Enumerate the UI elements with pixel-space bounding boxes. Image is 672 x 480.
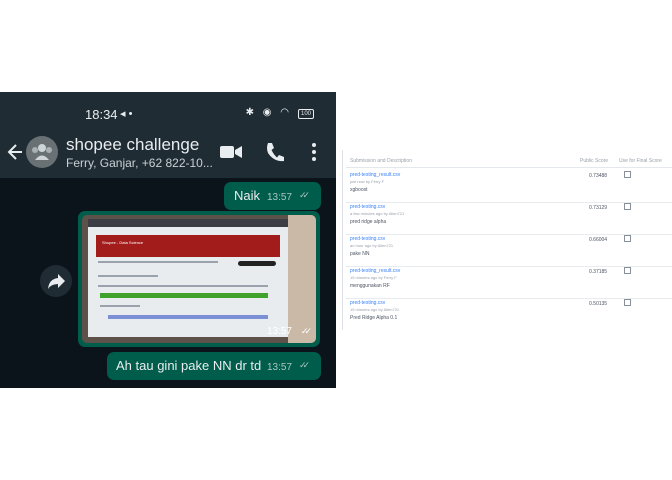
telegram-icon: ◂ • (120, 108, 133, 120)
message-photo[interactable]: Shopee - Data Science 13:57 ✓✓ (82, 215, 316, 343)
public-score: 0.50135 (589, 301, 608, 307)
final-score-checkbox[interactable] (624, 203, 631, 210)
column-header-public-score: Public Score (580, 158, 609, 164)
read-ticks-icon: ✓✓ (299, 360, 310, 370)
submission-file-link[interactable]: pred-testing.csv (350, 236, 385, 242)
submission-description: pred ridge alpha (350, 219, 387, 225)
system-icons: ✱ ◉ ◠ (245, 107, 292, 118)
message-time: 13:57 (267, 192, 293, 203)
photo-line (98, 285, 268, 287)
photo-line (98, 261, 218, 263)
forward-button[interactable] (40, 265, 72, 297)
column-header-submission: Submission and Description (350, 158, 412, 164)
submission-description: xgboost (350, 187, 368, 193)
photo-progress-bar (100, 293, 268, 298)
chat-header: shopee challenge Ferry, Ganjar, +62 822-… (0, 132, 336, 178)
photo-banner-text: Shopee - Data Science (102, 240, 144, 245)
read-ticks-icon: ✓✓ (299, 190, 310, 200)
photo-selection (108, 315, 268, 319)
table-row: pred-testing_result.csv just now by Ferr… (346, 171, 672, 203)
message-bubble[interactable]: Naik 13:57 ✓✓ (224, 182, 321, 210)
photo-message[interactable]: Shopee - Data Science 13:57 ✓✓ (78, 211, 320, 347)
status-bar: 18:34 ◂ • ✱ ◉ ◠ 100 (0, 92, 336, 132)
photo-background (288, 215, 316, 343)
submissions-table: Submission and Description Public Score … (340, 150, 672, 335)
final-score-checkbox[interactable] (624, 267, 631, 274)
battery-icon: 100 (298, 109, 314, 119)
submission-description: Pred Ridge Alpha 0.1 (350, 315, 398, 321)
table-row: pred-testing.csv a few minutes ago by Al… (346, 203, 672, 235)
submission-file-link[interactable]: pred-testing.csv (350, 300, 385, 306)
public-score: 0.37185 (589, 269, 608, 275)
photo-browser-bar (88, 219, 288, 227)
submission-meta: a few minutes ago by Alien721 (350, 211, 405, 216)
photo-banner: Shopee - Data Science (96, 235, 280, 257)
submission-file-link[interactable]: pred-testing.csv (350, 204, 385, 210)
status-time: 18:34 (85, 107, 118, 122)
chat-title[interactable]: shopee challenge (66, 135, 199, 155)
final-score-checkbox[interactable] (624, 299, 631, 306)
message-text: Ah tau gini pake NN dr td (116, 358, 262, 373)
submission-meta: 15 minutes ago by Alien721 (350, 307, 400, 312)
divider (346, 167, 672, 168)
forward-icon (48, 274, 65, 289)
photo-line (98, 275, 158, 277)
submission-meta: an hour ago by Alien721 (350, 243, 394, 248)
submission-meta: 15 minutes ago by Ferry F (350, 275, 397, 280)
table-row: pred-testing_result.csv 15 minutes ago b… (346, 267, 672, 299)
submission-meta: just now by Ferry F (350, 179, 385, 184)
column-header-final: Use for Final Score (619, 158, 662, 164)
phone-call-icon[interactable] (264, 141, 286, 163)
public-score: 0.73488 (589, 173, 608, 179)
submission-file-link[interactable]: pred-testing_result.csv (350, 172, 400, 178)
more-options-icon[interactable] (309, 141, 319, 163)
final-score-checkbox[interactable] (624, 235, 631, 242)
table-row: pred-testing.csv 15 minutes ago by Alien… (346, 299, 672, 331)
final-score-checkbox[interactable] (624, 171, 631, 178)
message-text: Naik (234, 188, 261, 203)
divider (342, 150, 343, 330)
photo-button (238, 261, 276, 266)
read-ticks-icon: ✓✓ (300, 326, 312, 336)
message-time: 13:57 (266, 326, 292, 337)
chat-screenshot: 18:34 ◂ • ✱ ◉ ◠ 100 shopee challenge Fer… (0, 92, 336, 388)
message-time: 13:57 (267, 362, 293, 373)
submission-description: menggunakan RF (350, 283, 390, 289)
photo-line (100, 305, 140, 307)
submission-description: pake NN (350, 251, 370, 257)
message-bubble[interactable]: Ah tau gini pake NN dr td 13:57 ✓✓ (107, 352, 321, 380)
group-icon (32, 144, 52, 160)
video-call-icon[interactable] (220, 144, 242, 160)
chat-participants[interactable]: Ferry, Ganjar, +62 822-10... (66, 156, 213, 170)
submission-file-link[interactable]: pred-testing_result.csv (350, 268, 400, 274)
public-score: 0.73129 (589, 205, 608, 211)
table-row: pred-testing.csv an hour ago by Alien721… (346, 235, 672, 267)
photo-laptop-screen: Shopee - Data Science (88, 219, 288, 337)
back-arrow-icon[interactable] (6, 140, 26, 164)
public-score: 0.66004 (589, 237, 608, 243)
group-avatar[interactable] (26, 136, 58, 168)
